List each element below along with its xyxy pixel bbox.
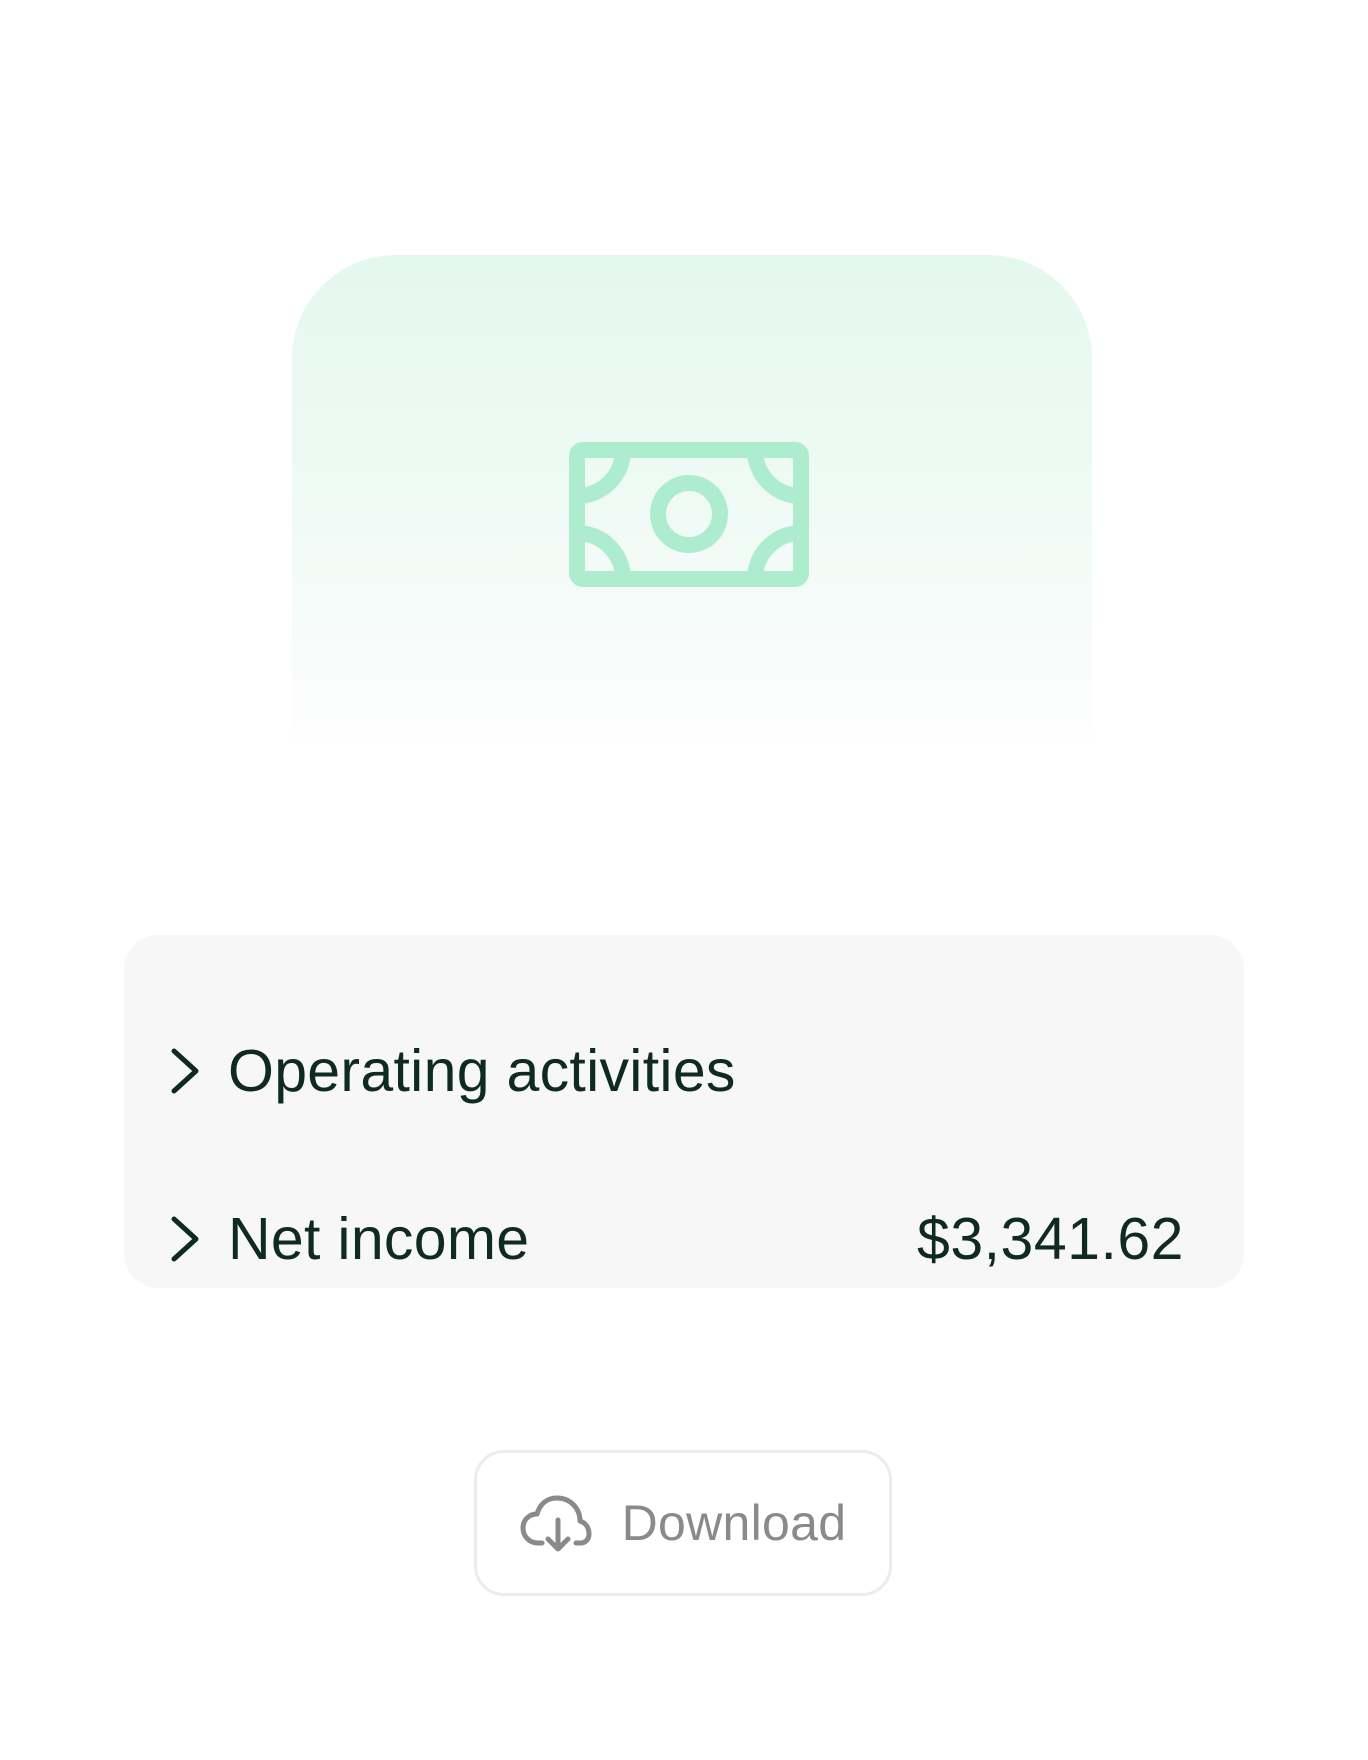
row-label: Operating activities [228, 1038, 736, 1104]
cloud-download-icon [520, 1495, 592, 1552]
row-operating-activities[interactable]: Operating activities [168, 1031, 1184, 1111]
row-net-income[interactable]: Net income $3,341.62 [168, 1199, 1184, 1279]
row-label: Net income [228, 1206, 530, 1272]
chevron-right-icon [171, 1048, 199, 1094]
download-button[interactable]: Download [474, 1450, 892, 1596]
cash-flow-card: Operating activities Net income $3,341.6… [124, 935, 1244, 1288]
chevron-right-icon [171, 1216, 199, 1262]
net-income-amount: $3,341.62 [917, 1206, 1184, 1272]
download-label: Download [621, 1495, 847, 1551]
banknote-icon [569, 442, 809, 587]
hero-illustration [292, 255, 1092, 755]
